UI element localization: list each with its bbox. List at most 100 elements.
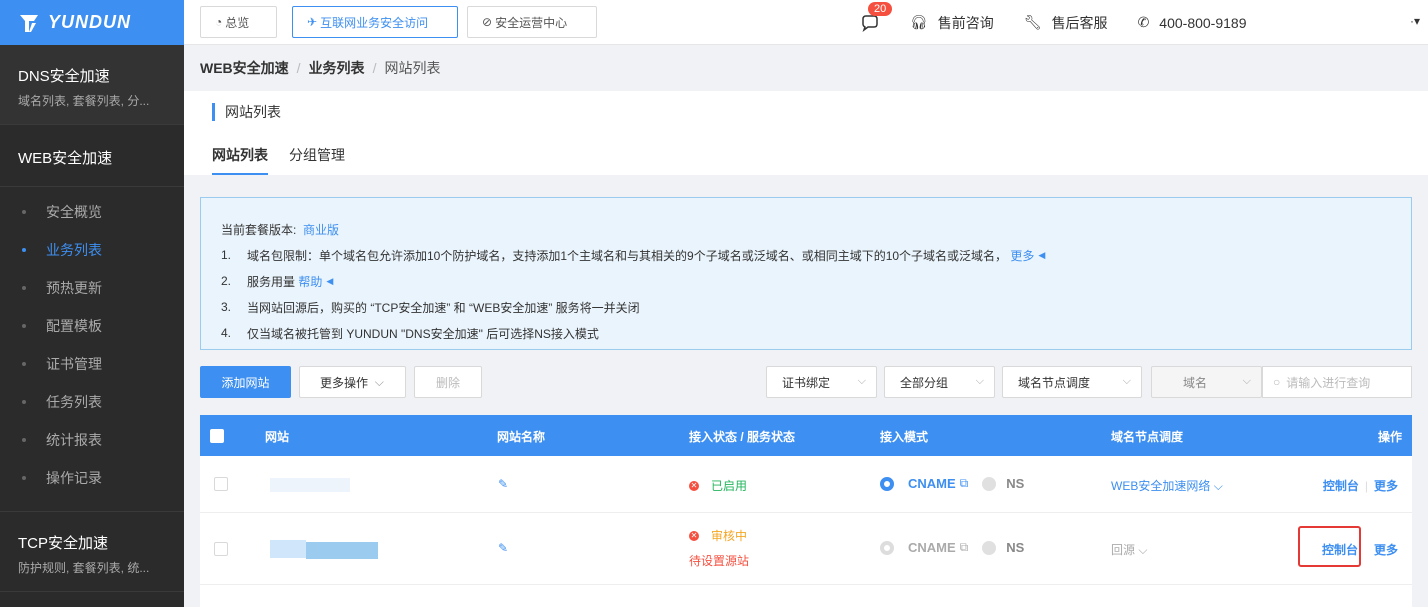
sidebar-item-label: 统计报表 (46, 432, 102, 448)
schedule-value: WEB安全加速网络 (1111, 479, 1211, 493)
nav-group-web[interactable]: WEB安全加速 (0, 125, 184, 187)
select-all-checkbox[interactable] (210, 429, 224, 443)
chevron-down-icon: ⌵ (1138, 543, 1148, 557)
tab-group-management[interactable]: 分组管理 (289, 145, 345, 175)
aftersales-link[interactable]: 🔧︎ 售后客服 (1024, 13, 1108, 33)
breadcrumb-separator: / (296, 60, 301, 76)
sidebar-item-label: 配置模板 (46, 318, 102, 334)
notice-text: 当网站回源后，购买的 “TCP安全加速” 和 “WEB安全加速” 服务将一并关闭 (247, 300, 640, 315)
select-value: 证书绑定 (782, 375, 831, 390)
notice-line: 1. 域名包限制：单个域名包允许添加10个防护域名，支持添加1个主域名和与其相关… (221, 242, 1391, 268)
web-sub-menu: 安全概览 业务列表 预热更新 配置模板 证书管理 任务列表 统计报表 操作记录 (0, 187, 184, 512)
soc-button[interactable]: ⊘ 安全运营中心 (467, 6, 597, 38)
notice-number: 2. (221, 274, 232, 288)
sidebar-item-label: 证书管理 (46, 356, 102, 372)
row-checkbox[interactable] (214, 542, 228, 556)
delete-button[interactable]: 删除 (414, 366, 482, 398)
ns-label: NS (1006, 476, 1025, 491)
overview-button[interactable]: ◔ 总览 (200, 6, 277, 38)
breadcrumb-level1[interactable]: WEB安全加速 (200, 58, 289, 78)
cname-label: CNAME (908, 476, 956, 491)
help-link[interactable]: 帮助 (298, 273, 322, 290)
group-select[interactable]: 全部分组 ⌵ (884, 366, 995, 398)
ns-radio[interactable] (982, 540, 997, 555)
tab-site-list[interactable]: 网站列表 (212, 145, 268, 175)
nav-group-dns[interactable]: DNS安全加速 域名列表, 套餐列表, 分... (0, 45, 184, 125)
console-link[interactable]: 控制台 (1323, 479, 1359, 493)
table-header: 网站 网站名称 接入状态 / 服务状态 接入模式 域名节点调度 操作 (200, 415, 1412, 456)
nav-group-tcp[interactable]: TCP安全加速 防护规则, 套餐列表, 统... (0, 512, 184, 592)
site-domain-redacted[interactable] (270, 540, 306, 558)
service-status: 待设置源站 (689, 554, 750, 568)
copy-icon[interactable]: ⧉ (960, 540, 969, 555)
search-field-select[interactable]: 域名 ⌵ (1151, 366, 1262, 398)
notice-text: 域名包限制：单个域名包允许添加10个防护域名，支持添加1个主域名和与其相关的9个… (247, 248, 1008, 263)
notice-number: 4. (221, 326, 232, 340)
notice-number: 1. (221, 248, 232, 262)
more-link[interactable]: 更多 (1010, 247, 1034, 264)
sidebar-item-prefetch[interactable]: 预热更新 (0, 269, 184, 307)
sidebar-item-tasks[interactable]: 任务列表 (0, 383, 184, 421)
edit-name-icon[interactable]: ✎ (498, 477, 508, 491)
column-header-actions: 操作 (1377, 430, 1402, 444)
notice-line: 2. 服务用量 帮助 ◀ (221, 268, 1391, 294)
sidebar-item-overview[interactable]: 安全概览 (0, 193, 184, 231)
cert-bind-select[interactable]: 证书绑定 ⌵ (766, 366, 877, 398)
cname-radio[interactable] (880, 540, 894, 555)
access-mode-cell: CNAME ⧉ NS (880, 540, 1024, 555)
access-status: 已启用 (711, 479, 748, 493)
presales-link[interactable]: 🎧︎ 售前咨询 (910, 13, 994, 33)
add-site-button[interactable]: 添加网站 (200, 366, 291, 398)
sidebar-item-config-template[interactable]: 配置模板 (0, 307, 184, 345)
copy-icon[interactable]: ⧉ (960, 476, 969, 491)
chevron-down-icon: ⌵ (975, 375, 984, 387)
message-count-badge: 20 (868, 1, 893, 16)
notice-plan-line: 当前套餐版本: 商业版 (221, 216, 1391, 242)
sidebar-item-logs[interactable]: 操作记录 (0, 459, 184, 497)
console-link[interactable]: 控制台 (1322, 543, 1358, 557)
headset-icon: 🎧︎ (910, 14, 928, 30)
sidebar-item-business-list[interactable]: 业务列表 (0, 231, 184, 269)
sidebar-item-certificates[interactable]: 证书管理 (0, 345, 184, 383)
shield-icon: ⊘ (482, 15, 493, 29)
button-label: 互联网业务安全访问 (320, 15, 429, 30)
schedule-dropdown[interactable]: 回源 ⌵ (1111, 541, 1147, 558)
caret-left-icon: ◀ (1038, 249, 1046, 260)
more-link[interactable]: 更多 (1374, 479, 1398, 493)
cname-radio[interactable] (880, 476, 894, 491)
phone-number: 400-800-9189 (1159, 14, 1247, 31)
site-table: 网站 网站名称 接入状态 / 服务状态 接入模式 域名节点调度 操作 ✎ ✕ 已… (200, 415, 1412, 607)
table-row: ✎ ✕ 已启用 CNAME ⧉ NS WEB安全加速网络 ⌵ 控制台 | 更多 (200, 456, 1412, 513)
sidebar-item-label: 预热更新 (46, 280, 102, 296)
column-header-site-name: 网站名称 (497, 430, 546, 444)
breadcrumb-level2[interactable]: 业务列表 (309, 58, 365, 78)
phone-link[interactable]: ✆ 400-800-9189 (1138, 14, 1247, 31)
notice-line: 3. 当网站回源后，购买的 “TCP安全加速” 和 “WEB安全加速” 服务将一… (221, 294, 1391, 320)
secure-access-button[interactable]: ✈ 互联网业务安全访问 (292, 6, 458, 38)
more-ops-dropdown[interactable]: 更多操作 ⌵ (299, 366, 406, 398)
nav-group-title: DNS安全加速 (18, 68, 110, 85)
sidebar-item-reports[interactable]: 统计报表 (0, 421, 184, 459)
brand-logo[interactable]: YUNDUN (0, 0, 184, 45)
table-row: ✎ ✕ 审核中 待设置源站 CNAME ⧉ NS 回源 ⌵ 控制台 更多 (200, 513, 1412, 585)
edit-name-icon[interactable]: ✎ (498, 541, 508, 555)
row-checkbox[interactable] (214, 477, 228, 491)
site-domain-redacted[interactable] (306, 542, 378, 559)
user-menu-toggle[interactable]: ·▾ (1410, 14, 1420, 28)
node-schedule-select[interactable]: 域名节点调度 ⌵ (1002, 366, 1142, 398)
more-link[interactable]: 更多 (1374, 543, 1398, 557)
topbar: ◔ 总览 ✈ 互联网业务安全访问 ⊘ 安全运营中心 20 🎧︎ 售前咨询 🔧︎ … (184, 0, 1428, 45)
bullet-icon (22, 362, 26, 366)
search-input[interactable]: ○ 请输入进行查询 (1262, 366, 1412, 398)
schedule-dropdown[interactable]: WEB安全加速网络 ⌵ (1111, 477, 1223, 494)
button-label: 更多操作 (320, 375, 369, 390)
phone-icon: ✆ (1137, 14, 1150, 30)
message-button[interactable]: 20 (860, 1, 893, 33)
status-cell: ✕ 已启用 (689, 477, 747, 494)
search-placeholder: 请输入进行查询 (1286, 375, 1371, 390)
plan-label: 当前套餐版本: (221, 222, 297, 237)
site-domain-redacted[interactable] (270, 478, 350, 492)
yundun-logo-icon (20, 14, 38, 32)
column-header-schedule: 域名节点调度 (1111, 430, 1184, 444)
ns-radio[interactable] (982, 476, 997, 491)
